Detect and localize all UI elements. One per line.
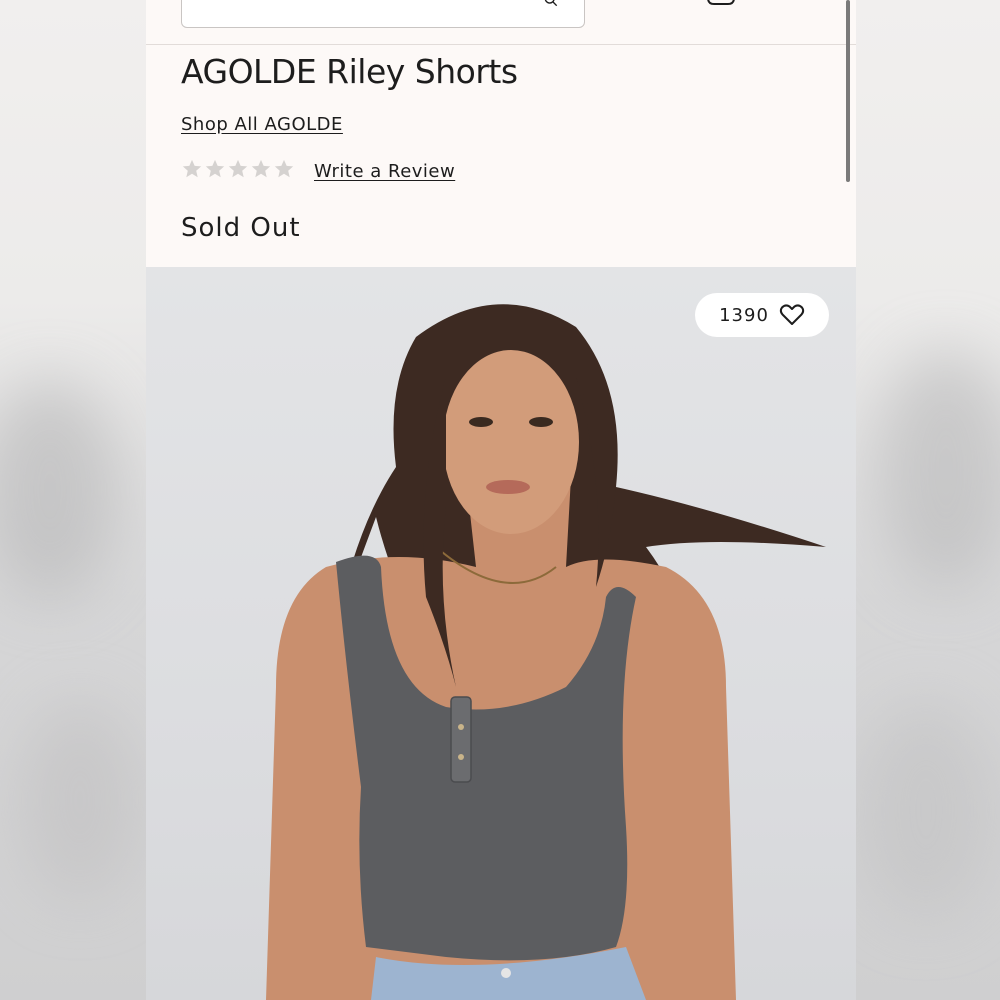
like-count: 1390 <box>719 304 769 326</box>
star-rating[interactable] <box>181 158 295 180</box>
product-title: AGOLDE Riley Shorts <box>181 52 518 91</box>
search-icon[interactable] <box>544 0 558 7</box>
like-button[interactable]: 1390 <box>695 293 829 337</box>
availability-status: Sold Out <box>181 213 301 243</box>
star-icon <box>182 159 202 178</box>
scrollbar[interactable] <box>846 0 850 182</box>
write-review-link[interactable]: Write a Review <box>314 161 455 182</box>
star-icon <box>274 159 294 178</box>
left-backdrop <box>0 0 146 1000</box>
heart-icon <box>779 304 805 325</box>
star-icon <box>251 159 271 178</box>
bag-icon[interactable] <box>706 0 736 6</box>
model-photo-illustration <box>266 304 826 1000</box>
shop-all-brand-link[interactable]: Shop All AGOLDE <box>181 114 343 135</box>
right-backdrop <box>856 0 1000 1000</box>
search-input[interactable] <box>181 0 585 28</box>
product-page: AGOLDE Riley Shorts Shop All AGOLDE Writ… <box>146 0 856 1000</box>
star-icon <box>228 159 248 178</box>
star-icon <box>205 159 225 178</box>
product-image[interactable]: 1390 <box>146 267 856 1000</box>
header-divider <box>146 44 856 45</box>
account-icon[interactable] <box>634 0 654 4</box>
